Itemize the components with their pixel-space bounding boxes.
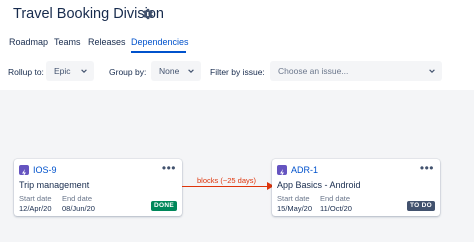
end-date-value: 11/Oct/20 xyxy=(320,204,352,213)
end-date-value: 08/Jun/20 xyxy=(62,204,95,213)
epic-icon xyxy=(19,165,29,177)
rollup-value: Epic xyxy=(54,66,71,76)
chevron-down-icon xyxy=(429,69,435,73)
start-date-value: 12/Apr/20 xyxy=(19,204,52,213)
tab-teams[interactable]: Teams xyxy=(54,37,81,47)
rollup-select[interactable]: Epic xyxy=(46,61,94,81)
dependency-line[interactable] xyxy=(182,186,277,187)
status-badge: DONE xyxy=(151,201,177,211)
filter-bar: Rollup to: Epic Group by: None Filter by… xyxy=(0,61,474,83)
issue-summary: Trip management xyxy=(19,180,90,190)
end-date-label: End date xyxy=(62,194,93,203)
page-header: Travel Booking Division Roadmap Teams Re… xyxy=(0,0,474,90)
status-badge: TO DO xyxy=(407,201,435,211)
chevron-down-icon xyxy=(188,69,194,73)
issue-card-adr-1[interactable]: ADR-1 ••• App Basics - Android Start dat… xyxy=(272,159,440,216)
active-tab-indicator xyxy=(131,51,186,53)
rollup-label: Rollup to: xyxy=(8,67,44,77)
chevron-down-icon xyxy=(81,69,87,73)
issue-filter-placeholder: Choose an issue... xyxy=(278,66,349,76)
issue-filter-select[interactable]: Choose an issue... xyxy=(270,61,442,81)
more-actions-icon[interactable]: ••• xyxy=(420,161,434,175)
gear-icon[interactable] xyxy=(141,7,155,21)
tab-roadmap[interactable]: Roadmap xyxy=(9,37,48,47)
issue-key[interactable]: ADR-1 xyxy=(291,165,318,175)
groupby-select[interactable]: None xyxy=(151,61,201,81)
issue-summary: App Basics - Android xyxy=(277,180,361,190)
issue-filter-label: Filter by issue: xyxy=(210,67,265,77)
groupby-value: None xyxy=(159,66,180,76)
epic-icon xyxy=(277,165,287,177)
end-date-label: End date xyxy=(320,194,351,203)
tab-releases[interactable]: Releases xyxy=(88,37,126,47)
more-actions-icon[interactable]: ••• xyxy=(162,161,176,175)
groupby-label: Group by: xyxy=(109,67,147,77)
tab-dependencies[interactable]: Dependencies xyxy=(131,37,189,47)
start-date-label: Start date xyxy=(277,194,310,203)
issue-card-ios-9[interactable]: IOS-9 ••• Trip management Start date 12/… xyxy=(14,159,182,216)
dependency-label[interactable]: blocks (~25 days) xyxy=(197,176,256,185)
start-date-label: Start date xyxy=(19,194,52,203)
issue-key[interactable]: IOS-9 xyxy=(33,165,57,175)
start-date-value: 15/May/20 xyxy=(277,204,313,213)
tab-bar: Roadmap Teams Releases Dependencies xyxy=(0,37,474,53)
